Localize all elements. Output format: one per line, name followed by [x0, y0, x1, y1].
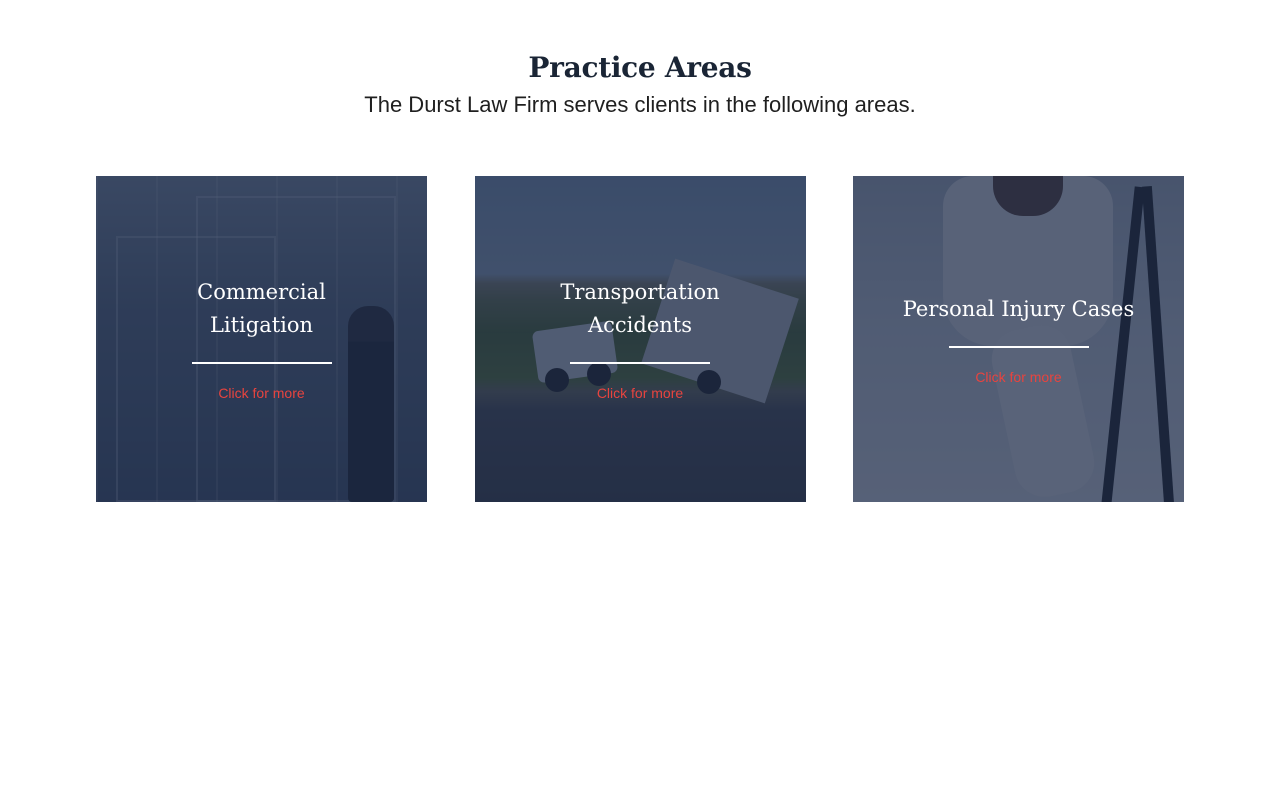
page-title: Practice Areas: [528, 51, 752, 84]
card-title: Commercial Litigation: [197, 280, 326, 337]
card-commercial-litigation[interactable]: Commercial Litigation Click for more: [96, 176, 427, 502]
card-divider: [570, 362, 710, 364]
card-title: Transportation Accidents: [560, 280, 720, 337]
practice-areas-header: Practice Areas The Durst Law Firm serves…: [0, 48, 1280, 120]
card-personal-injury[interactable]: Personal Injury Cases Click for more: [853, 176, 1184, 502]
page-subtitle: The Durst Law Firm serves clients in the…: [364, 92, 916, 117]
card-divider: [948, 345, 1089, 348]
practice-area-cards: Commercial Litigation Click for more Tra…: [96, 176, 1184, 502]
card-transportation-accidents[interactable]: Transportation Accidents Click for more: [474, 176, 806, 502]
card-content: Transportation Accidents Click for more: [475, 176, 806, 502]
card-divider: [191, 362, 332, 364]
card-content: Personal Injury Cases Click for more: [853, 176, 1184, 502]
card-title: Personal Injury Cases: [902, 296, 1135, 321]
click-for-more-link[interactable]: Click for more: [218, 384, 304, 402]
click-for-more-link[interactable]: Click for more: [975, 368, 1061, 386]
click-for-more-link[interactable]: Click for more: [597, 384, 683, 402]
card-content: Commercial Litigation Click for more: [96, 176, 427, 502]
